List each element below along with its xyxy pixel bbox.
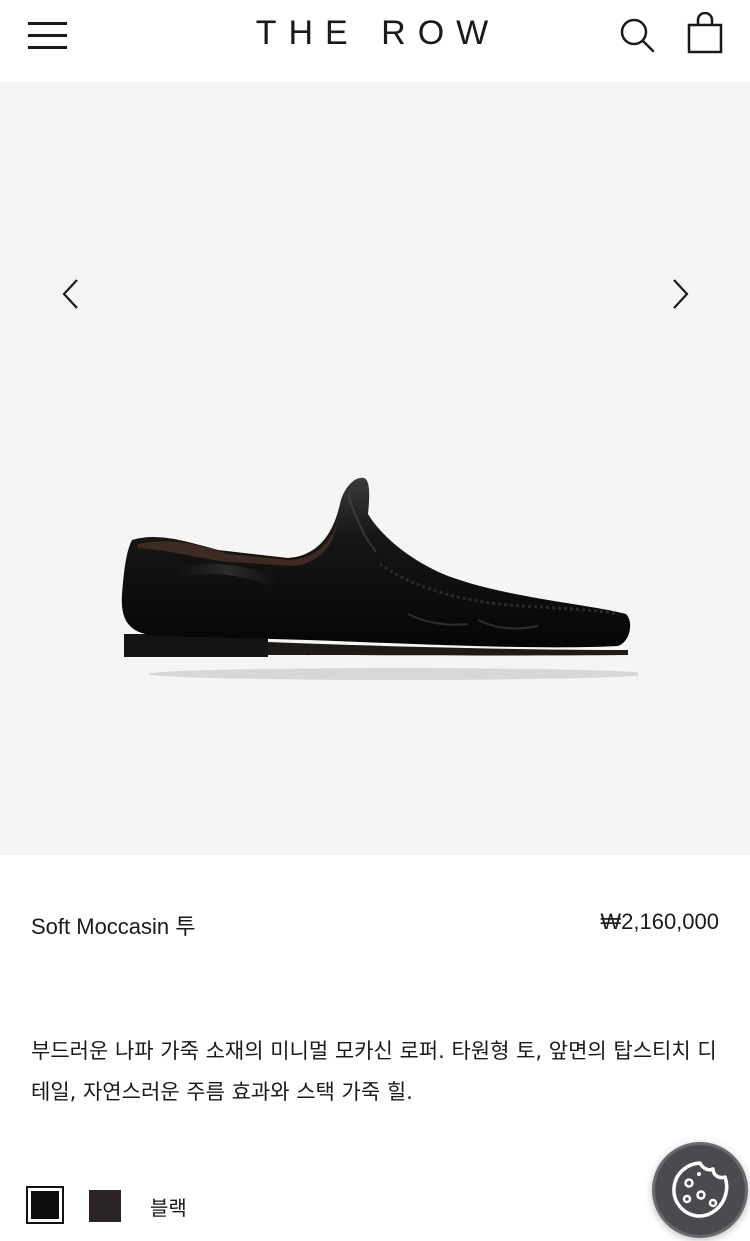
color-swatch-dark-brown[interactable] [89,1190,121,1222]
product-description: 부드러운 나파 가죽 소재의 미니멀 모카신 로퍼. 타원형 토, 앞면의 탑스… [31,1039,717,1104]
product-price: ₩2,160,000 [600,909,719,934]
selected-color-label: 블랙 [150,1196,187,1220]
color-swatch-black-selected[interactable] [26,1186,64,1224]
shopping-bag-button[interactable] [686,11,726,56]
search-icon [620,18,655,53]
gallery-next-button[interactable] [660,272,700,316]
gallery-prev-button[interactable] [52,272,92,316]
product-image-gallery [0,82,750,855]
search-button[interactable] [618,16,658,56]
swatch-fill [31,1191,59,1219]
cookie-settings-button[interactable] [652,1142,748,1238]
product-image-loafer [121,477,638,680]
product-name: Soft Moccasin 투 [31,914,196,939]
chevron-right-icon [673,279,689,309]
site-header: THE ROW [0,0,750,82]
shopping-bag-icon [687,11,723,54]
chevron-left-icon [62,279,78,309]
cookie-icon [672,1161,729,1218]
product-info: Soft Moccasin 투 ₩2,160,000 부드러운 나파 가죽 소재… [0,855,750,1241]
